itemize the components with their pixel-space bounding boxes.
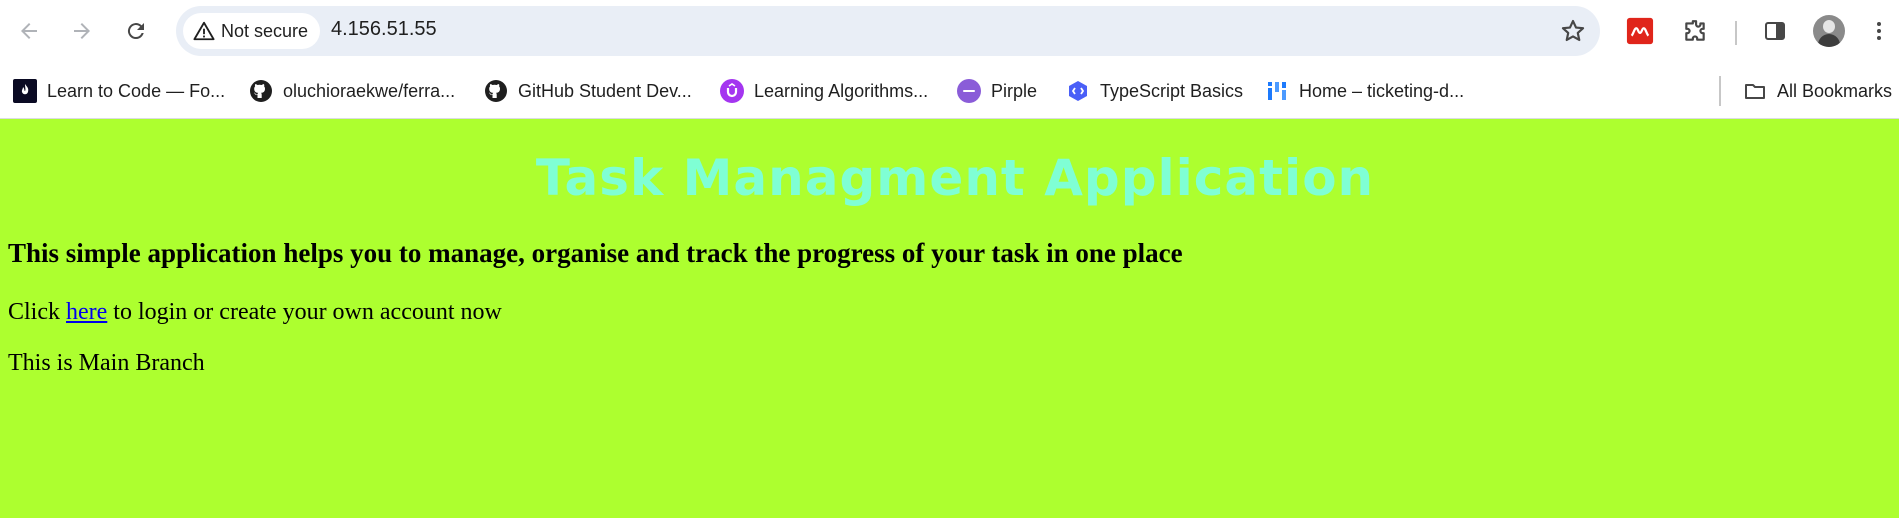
url-text[interactable]: 4.156.51.55: [331, 18, 437, 41]
side-panel-icon[interactable]: [1760, 16, 1790, 46]
page-content: Task Managment Application This simple a…: [0, 119, 1899, 518]
warning-icon: [193, 21, 215, 41]
bookmark-item[interactable]: Learn to Code — Fo...: [13, 76, 225, 106]
profile-avatar[interactable]: [1813, 15, 1845, 47]
bookmark-label: Learning Algorithms...: [754, 80, 929, 101]
menu-kebab-icon[interactable]: [1864, 16, 1894, 46]
bookmark-label: Pirple: [991, 80, 1038, 101]
reload-icon: [127, 23, 144, 40]
folder-icon: [1743, 79, 1767, 103]
security-indicator[interactable]: Not secure: [183, 13, 321, 49]
typescript-basics-icon: [1066, 79, 1090, 103]
reload-button[interactable]: [117, 12, 155, 50]
address-bar[interactable]: Not secure 4.156.51.55: [176, 6, 1600, 56]
security-label: Not secure: [221, 20, 309, 41]
browser-toolbar: Not secure 4.156.51.55: [0, 0, 1899, 64]
bookmark-label: Home – ticketing-d...: [1299, 80, 1465, 101]
bookmark-item[interactable]: oluchioraekwe/ferra...: [249, 76, 455, 106]
arrow-right-icon: [74, 23, 90, 39]
bookmark-label: TypeScript Basics: [1100, 80, 1244, 101]
udemy-icon: [720, 79, 744, 103]
bookmarks-separator: [1719, 76, 1721, 106]
bookmark-label: oluchioraekwe/ferra...: [283, 80, 456, 101]
bookmarks-bar: Learn to Code — Fo... oluchioraekwe/ferr…: [0, 64, 1899, 119]
bookmark-label: Learn to Code — Fo...: [47, 80, 226, 101]
bookmark-item[interactable]: Pirple: [957, 76, 1037, 106]
mendeley-extension-icon[interactable]: [1625, 16, 1655, 46]
arrow-left-icon: [21, 23, 37, 39]
forward-button[interactable]: [63, 12, 101, 50]
page-title: Task Managment Application: [535, 149, 1375, 207]
freecodecamp-icon: [13, 79, 37, 103]
login-suffix-text: to login or create your own account now: [107, 299, 502, 325]
bookmark-item[interactable]: Home – ticketing-d...: [1265, 76, 1464, 106]
bookmark-item[interactable]: GitHub Student Dev...: [484, 76, 692, 106]
extensions-puzzle-icon[interactable]: [1680, 16, 1710, 46]
all-bookmarks-button[interactable]: All Bookmarks: [1743, 76, 1892, 106]
bookmark-item[interactable]: Learning Algorithms...: [720, 76, 928, 106]
branch-text: This is Main Branch: [8, 350, 205, 376]
bookmark-item[interactable]: TypeScript Basics: [1066, 76, 1243, 106]
bookmark-label: GitHub Student Dev...: [518, 80, 692, 101]
login-prompt: Click here to login or create your own a…: [8, 299, 502, 326]
toolbar-separator: [1735, 21, 1737, 45]
jira-icon: [1265, 79, 1289, 103]
page-subtitle: This simple application helps you to man…: [8, 238, 1183, 268]
all-bookmarks-label: All Bookmarks: [1777, 80, 1893, 101]
github-icon: [249, 79, 273, 103]
back-button[interactable]: [10, 12, 48, 50]
pirple-icon: [957, 79, 981, 103]
login-link[interactable]: here: [66, 299, 107, 325]
bookmark-star-icon[interactable]: [1560, 18, 1586, 44]
login-prefix-text: Click: [8, 299, 66, 325]
github-icon: [484, 79, 508, 103]
